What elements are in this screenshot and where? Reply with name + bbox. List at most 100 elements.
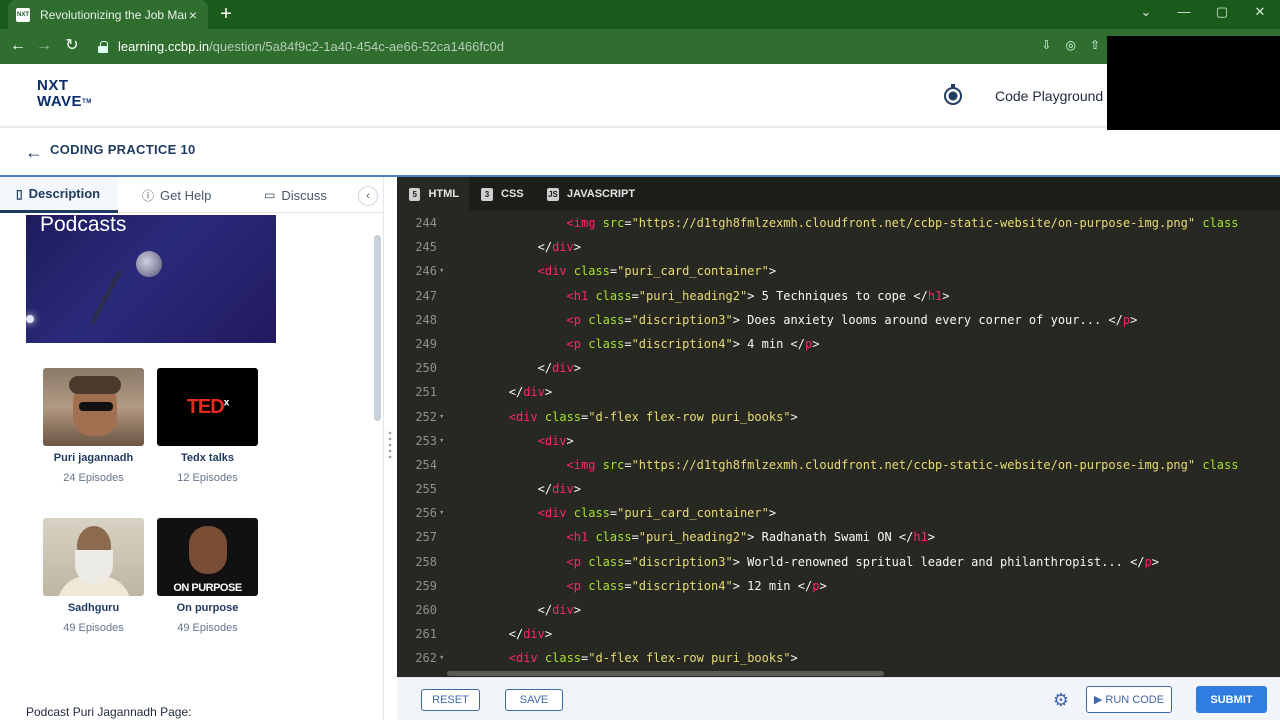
code-line[interactable]: 258 <p class="discription3"> World-renown… [397,550,1280,574]
podcast-name: Tedx talks [181,452,234,464]
collapse-panel-button[interactable]: ‹ [358,186,378,206]
minimize-icon[interactable]: — [1174,4,1194,19]
code-text: <img src="https://d1tgh8fmlzexmh.cloudfr… [566,216,1239,230]
browser-tabstrip: NXT Revolutionizing the Job Market | × +… [0,0,1280,29]
help-icon: ⓘ [142,188,155,203]
code-line[interactable]: 256 ▾ <div class="puri_card_container"> [397,501,1280,525]
code-text: <img src="https://d1tgh8fmlzexmh.cloudfr… [566,457,1239,472]
fold-toggle-icon[interactable]: ▾ [439,429,444,453]
nxtwave-logo[interactable]: NXT WAVETM [37,78,92,110]
code-text: <h1 class="puri_heading2"> Radhanath Swa… [566,530,936,545]
chat-icon: ▭ [264,188,276,202]
code-line[interactable]: 246 ▾ <div class="puri_card_container"> [397,259,1280,283]
url-field[interactable]: learning.ccbp.in/question/5a84f9c2-1a40-… [88,33,1108,60]
back-arrow-icon[interactable]: ← [25,142,43,163]
code-line[interactable]: 251 </div> [397,380,1280,404]
line-number: 244 [415,216,437,230]
code-line[interactable]: 249 <p class="discription4"> 4 min </p> [397,332,1280,356]
code-text: <div class="d-flex flex-row puri_books"> [508,409,798,424]
site-header: NXT WAVETM Code Playground [0,64,1280,128]
horizontal-scrollbar[interactable] [447,671,884,676]
line-number: 252 [415,409,437,424]
podcast-card[interactable]: TEDx Tedx talks 12 Episodes [157,368,258,484]
fold-toggle-icon[interactable]: ▾ [439,259,444,283]
fold-toggle-icon[interactable]: ▾ [439,405,444,429]
close-tab-icon[interactable]: × [186,7,200,23]
html5-icon: 5 [409,187,421,201]
forward-icon[interactable]: → [34,36,54,56]
podcast-card[interactable]: Puri jagannadh 24 Episodes [43,368,144,484]
tab-get-help[interactable]: ⓘ Get Help [142,177,211,213]
podcast-episodes: 12 Episodes [177,472,238,484]
code-line[interactable]: 262 ▾ <div class="d-flex flex-row puri_boo… [397,646,1280,670]
code-text: <p class="discription3"> World-renowned … [566,554,1159,569]
tab-description[interactable]: ▯ Description [0,177,118,213]
podcast-card[interactable]: ON PURPOSE On purpose 49 Episodes [157,518,258,634]
code-lines[interactable]: 244 <img src="https://d1tgh8fmlzexmh.clou… [397,211,1280,671]
code-line[interactable]: 250 </div> [397,356,1280,380]
browser-tab[interactable]: NXT Revolutionizing the Job Market | × [8,0,208,29]
reload-icon[interactable]: ↻ [62,36,82,56]
browser-tab-title: Revolutionizing the Job Market | [40,7,186,22]
code-text: </div> [508,627,553,642]
reset-button[interactable]: RESET [421,689,480,711]
code-line[interactable]: 247 <h1 class="puri_heading2"> 5 Techniqu… [397,284,1280,308]
code-line[interactable]: 255 </div> [397,477,1280,501]
code-text: <p class="discription4"> 12 min </p> [566,578,827,593]
line-number: 249 [415,336,437,351]
code-text: <div class="d-flex flex-row puri_books"> [508,651,798,666]
code-text: <p class="discription3"> Does anxiety lo… [566,312,1138,327]
code-line[interactable]: 261 </div> [397,622,1280,646]
chevron-down-icon[interactable]: ⌄ [1136,4,1156,20]
code-playground-link[interactable]: Code Playground [995,88,1103,104]
description-panel: ▯ Description ⓘ Get Help ▭ Discuss ‹ Pod… [0,177,384,720]
code-line[interactable]: 259 <p class="discription4"> 12 min </p> [397,574,1280,598]
tab-css[interactable]: 3 CSS [471,177,534,211]
practice-title: CODING PRACTICE 10 [50,142,196,157]
install-icon[interactable]: ⇩ [1041,38,1051,52]
css3-icon: 3 [481,187,493,201]
podcast-episodes: 49 Episodes [177,622,238,634]
favicon: NXT [16,7,30,22]
code-line[interactable]: 253 ▾ <div> [397,429,1280,453]
code-line[interactable]: 244 <img src="https://d1tgh8fmlzexmh.clou… [397,211,1280,235]
maximize-icon[interactable]: ▢ [1212,4,1232,20]
podcast-card[interactable]: Sadhguru 49 Episodes [43,518,144,634]
line-number: 248 [415,312,437,327]
eye-off-icon[interactable]: ◎ [1065,38,1075,52]
code-line[interactable]: 257 <h1 class="puri_heading2"> Radhanath … [397,525,1280,549]
code-text: <div class="puri_card_container"> [537,264,777,279]
submit-button[interactable]: SUBMIT [1196,686,1267,713]
resize-handle[interactable] [388,430,392,460]
settings-gear-icon[interactable]: ⚙ [1050,689,1072,711]
save-button[interactable]: SAVE [505,689,563,711]
run-code-button[interactable]: ▶ RUN CODE [1086,686,1172,713]
fold-toggle-icon[interactable]: ▾ [439,501,444,525]
window-close-icon[interactable]: ✕ [1250,4,1270,20]
tab-javascript[interactable]: JS JAVASCRIPT [537,177,645,211]
line-number: 247 [415,288,437,303]
code-line[interactable]: 252 ▾ <div class="d-flex flex-row puri_boo… [397,405,1280,429]
code-line[interactable]: 254 <img src="https://d1tgh8fmlzexmh.clou… [397,453,1280,477]
line-number: 257 [415,530,437,545]
tab-html[interactable]: 5 HTML [397,177,469,211]
preview-scrollbar[interactable] [374,235,381,421]
code-text: </div> [537,361,581,376]
code-editor[interactable]: 5 HTML 3 CSS JS JAVASCRIPT 244 <img src="… [397,177,1280,677]
podcast-name: On purpose [176,602,239,614]
code-line[interactable]: 260 </div> [397,598,1280,622]
code-text: <div> [537,433,574,448]
tedx-logo-image: TEDx [157,368,258,446]
sadhguru-image [43,518,144,596]
code-line[interactable]: 248 <p class="discription3"> Does anxiety… [397,308,1280,332]
stopwatch-icon[interactable] [943,84,963,106]
tab-discuss[interactable]: ▭ Discuss [264,177,327,213]
back-icon[interactable]: ← [8,36,28,56]
code-line[interactable]: 245 </div> [397,235,1280,259]
podcast-episodes: 24 Episodes [63,472,124,484]
editor-action-bar: RESET SAVE ⚙ ▶ RUN CODE SUBMIT [397,677,1280,720]
share-icon[interactable]: ⇧ [1090,38,1100,52]
new-tab-icon[interactable]: + [216,3,236,26]
fold-toggle-icon[interactable]: ▾ [439,646,444,670]
lock-icon [98,40,108,53]
